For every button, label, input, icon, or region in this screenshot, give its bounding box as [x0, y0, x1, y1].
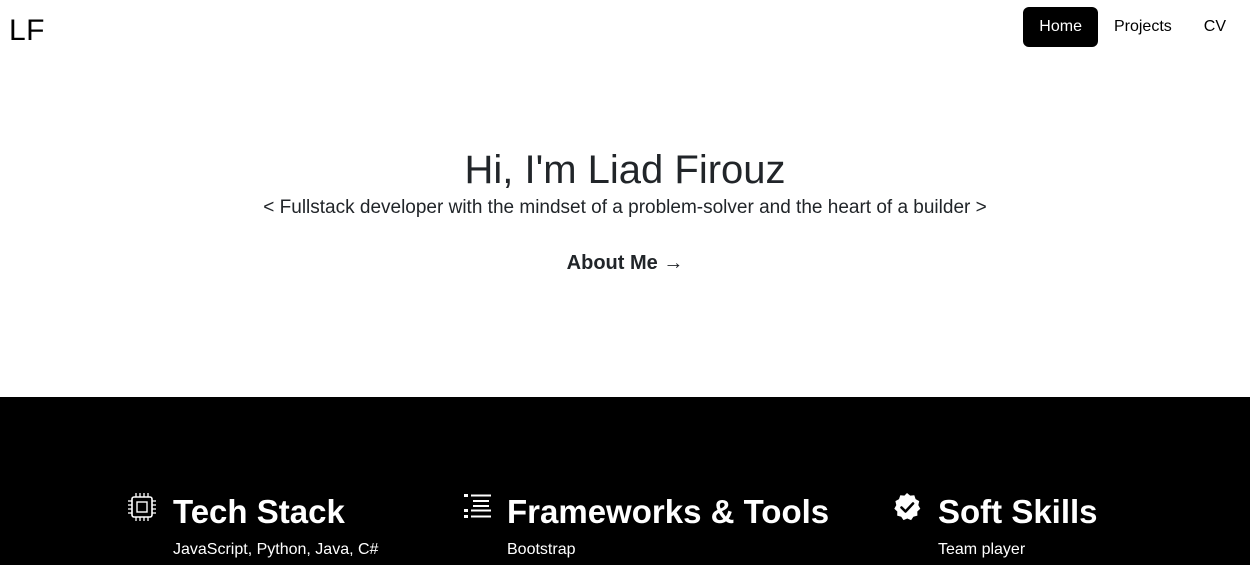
hero-tagline: < Fullstack developer with the mindset o… — [263, 197, 987, 218]
hero-title: Hi, I'm Liad Firouz — [464, 148, 786, 192]
skill-title: Tech Stack — [173, 493, 345, 530]
skill-item: Bootstrap — [507, 541, 576, 558]
nav-links: Home Projects CV — [1023, 7, 1242, 47]
skill-item: Team player — [938, 541, 1026, 558]
check-badge-icon — [894, 493, 921, 521]
skill-title: Frameworks & Tools — [507, 493, 830, 530]
nav-link-home[interactable]: Home — [1023, 7, 1098, 47]
list-icon — [464, 494, 491, 518]
skills-section: Tech Stack JavaScript, Python, Java, C# … — [0, 397, 1250, 565]
nav-link-projects[interactable]: Projects — [1098, 7, 1188, 47]
hero-section: Hi, I'm Liad Firouz < Fullstack develope… — [0, 60, 1250, 397]
skill-title: Soft Skills — [938, 493, 1098, 530]
navbar: LF Home Projects CV — [0, 0, 1250, 60]
brand-logo[interactable]: LF — [9, 12, 45, 50]
cpu-icon — [128, 493, 156, 521]
about-me-link[interactable]: About Me → — [0, 248, 1250, 278]
skill-item: JavaScript, Python, Java, C# — [173, 541, 379, 558]
nav-link-cv[interactable]: CV — [1188, 7, 1242, 47]
